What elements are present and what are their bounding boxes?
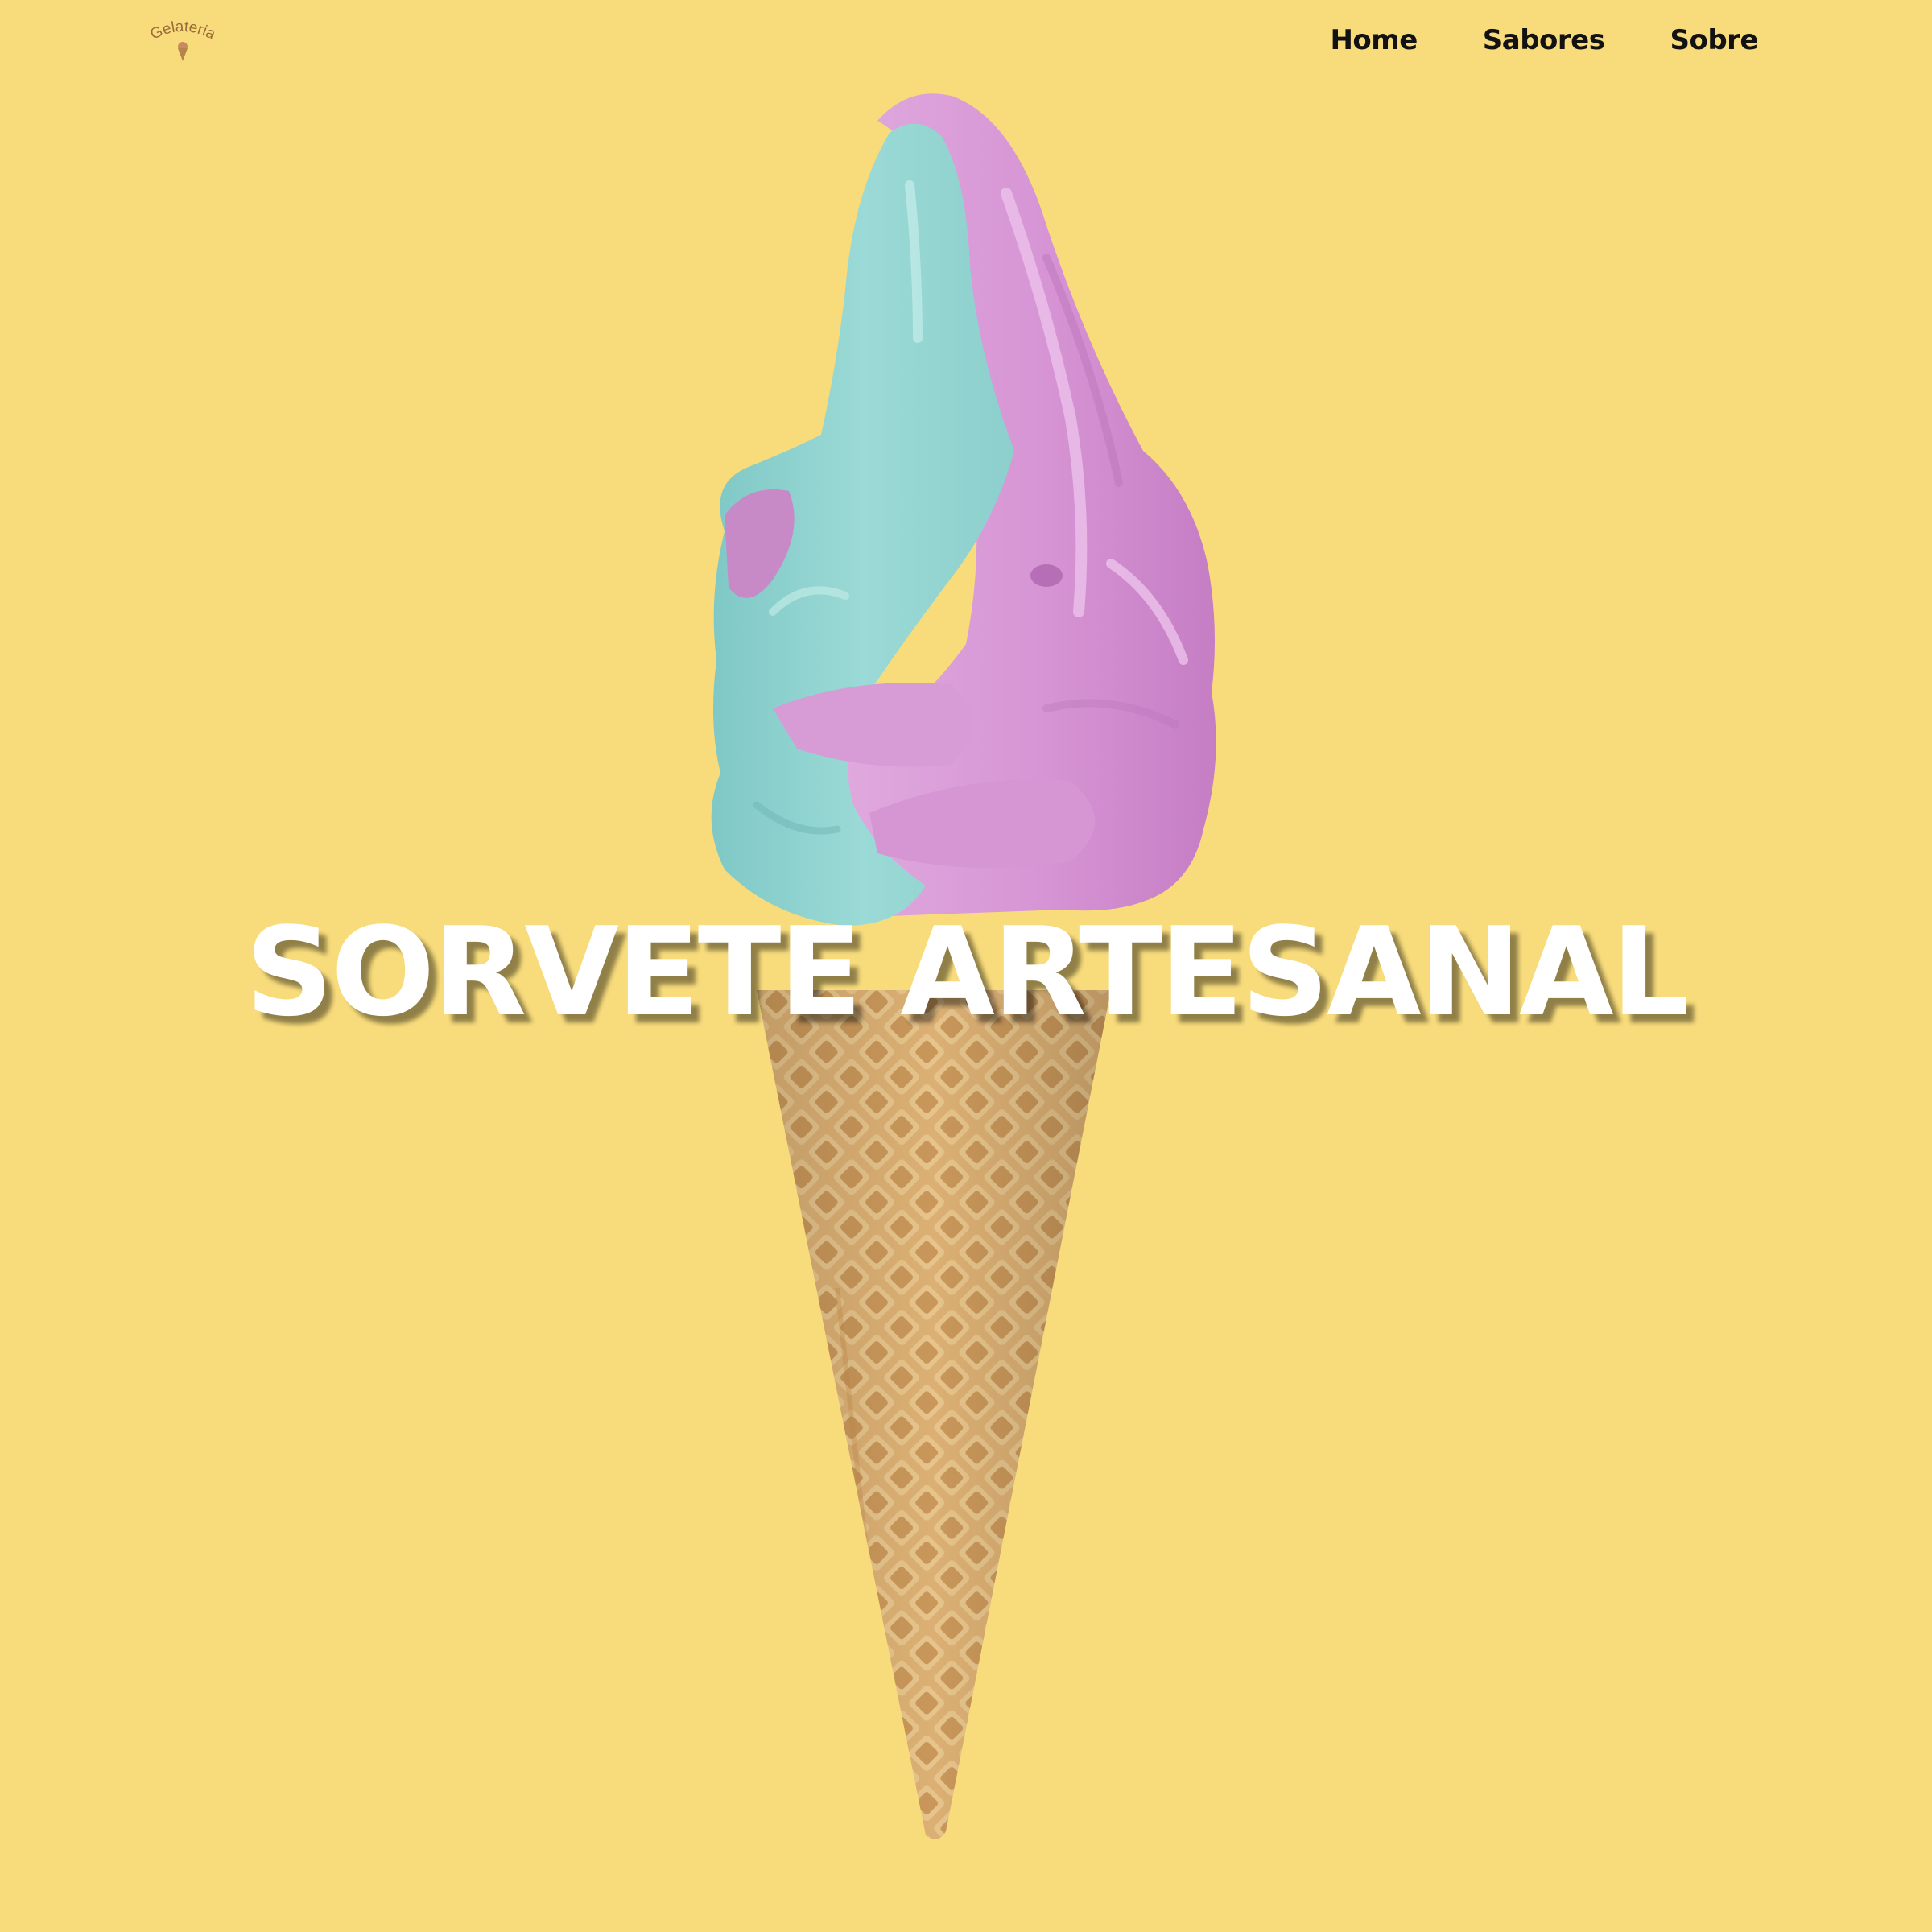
landing-page: Gelateria Home Sabores Sobre SORVETE ART… [0,0,1932,1932]
nav-link-sobre[interactable]: Sobre [1670,21,1758,60]
nav-link-sabores[interactable]: Sabores [1483,21,1605,60]
waffle-cone [757,990,1111,1839]
main-nav: Home Sabores Sobre [1330,21,1758,60]
ice-cream-icon: Gelateria [147,19,218,61]
nav-link-home[interactable]: Home [1330,21,1418,60]
gelateria-logo[interactable]: Gelateria [138,18,227,66]
hero-title: SORVETE ARTESANAL [245,901,1690,1043]
logo-text: Gelateria [147,19,218,43]
